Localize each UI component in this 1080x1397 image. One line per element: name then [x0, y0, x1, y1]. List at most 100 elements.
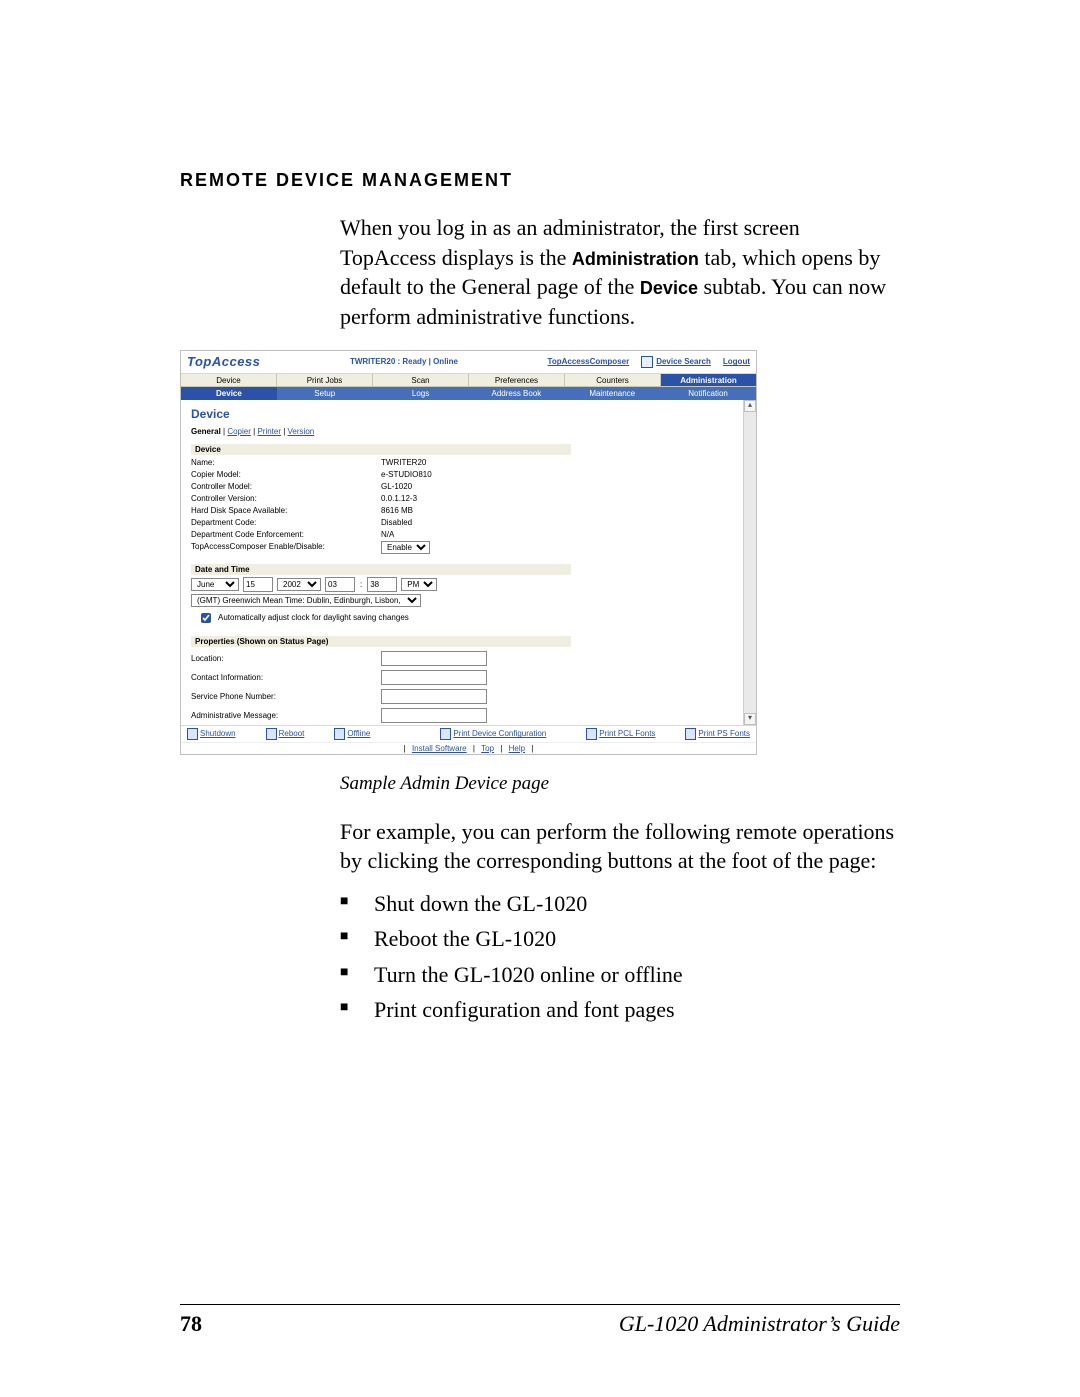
row-controller-model: Controller Model:GL-1020 [191, 481, 746, 493]
nav-copier[interactable]: Copier [227, 427, 251, 436]
row-tac-enable: TopAccessComposer Enable/Disable: Enable [191, 541, 746, 554]
link-top[interactable]: Top [477, 744, 498, 753]
link-install-software[interactable]: Install Software [408, 744, 471, 753]
hour-input[interactable] [325, 577, 355, 592]
footer-actions: Shutdown Reboot Offline Print Device Con… [181, 725, 756, 742]
hdd-value: 8616 MB [381, 505, 413, 517]
scroll-up-icon[interactable]: ▴ [744, 400, 756, 412]
ver-value: 0.0.1.12-3 [381, 493, 417, 505]
row-dept-enforce: Department Code Enforcement:N/A [191, 529, 746, 541]
minute-input[interactable] [367, 577, 397, 592]
body-nav: General | Copier | Printer | Version [191, 427, 746, 436]
ampm-select[interactable]: PM [401, 578, 437, 591]
ctrl-label: Controller Model: [191, 481, 381, 493]
section-datetime: Date and Time [191, 564, 571, 575]
list-item: Print configuration and font pages [340, 992, 900, 1027]
link-logout[interactable]: Logout [723, 357, 750, 366]
offline-button[interactable]: Offline [334, 728, 370, 740]
tab-preferences[interactable]: Preferences [469, 374, 565, 386]
daylight-row: Automatically adjust clock for daylight … [197, 610, 746, 626]
tab-device[interactable]: Device [181, 374, 277, 386]
time-colon: : [359, 580, 363, 589]
nav-general[interactable]: General [191, 427, 221, 436]
list-item: Reboot the GL-1020 [340, 921, 900, 956]
daylight-checkbox[interactable] [201, 613, 211, 623]
row-contact: Contact Information: [191, 670, 746, 685]
location-input[interactable] [381, 651, 487, 666]
ver-label: Controller Version: [191, 493, 381, 505]
subtab-setup[interactable]: Setup [277, 387, 373, 400]
subtab-address-book[interactable]: Address Book [468, 387, 564, 400]
admin-msg-input[interactable] [381, 708, 487, 723]
tab-administration[interactable]: Administration [661, 374, 756, 386]
phone-input[interactable] [381, 689, 487, 704]
list-item: Shut down the GL-1020 [340, 886, 900, 921]
copier-value: e-STUDIO810 [381, 469, 432, 481]
link-composer[interactable]: TopAccessComposer [548, 357, 630, 366]
row-hdd: Hard Disk Space Available:8616 MB [191, 505, 746, 517]
tz-select[interactable]: (GMT) Greenwich Mean Time: Dublin, Edinb… [191, 594, 421, 607]
year-select[interactable]: 2002 [277, 578, 321, 591]
ctrl-value: GL-1020 [381, 481, 412, 493]
document-page: REMOTE DEVICE MANAGEMENT When you log in… [0, 0, 1080, 1397]
link-device-search[interactable]: Device Search [656, 357, 711, 366]
name-value: TWRITER20 [381, 457, 426, 469]
subtab-maintenance[interactable]: Maintenance [564, 387, 660, 400]
page-number: 78 [180, 1311, 202, 1337]
dept-value: Disabled [381, 517, 412, 529]
body: ▴ ▾ Device General | Copier | Printer | … [181, 400, 756, 725]
subtab-notification[interactable]: Notification [660, 387, 756, 400]
scroll-down-icon[interactable]: ▾ [744, 713, 756, 725]
row-phone: Service Phone Number: [191, 689, 746, 704]
footer-nav: | Install Software | Top | Help | [181, 742, 756, 754]
tab-print-jobs[interactable]: Print Jobs [277, 374, 373, 386]
contact-label: Contact Information: [191, 673, 381, 682]
subtab-logs[interactable]: Logs [373, 387, 469, 400]
copier-label: Copier Model: [191, 469, 381, 481]
row-location: Location: [191, 651, 746, 666]
nav-version[interactable]: Version [288, 427, 315, 436]
reboot-button[interactable]: Reboot [266, 728, 305, 740]
print-pcl-icon [586, 728, 597, 740]
intro-bold-device: Device [640, 278, 698, 298]
day-input[interactable] [243, 577, 273, 592]
scrollbar[interactable]: ▴ ▾ [743, 400, 756, 725]
print-pcl-button[interactable]: Print PCL Fonts [586, 728, 655, 740]
print-config-icon [440, 728, 451, 740]
section-heading: REMOTE DEVICE MANAGEMENT [180, 170, 900, 191]
tab-counters[interactable]: Counters [565, 374, 661, 386]
row-name: Name:TWRITER20 [191, 457, 746, 469]
app-header: TopAccess TWRITER20 : Ready | Online Top… [181, 351, 756, 374]
subtab-device[interactable]: Device [181, 387, 277, 400]
subtabs-row: Device Setup Logs Address Book Maintenan… [181, 387, 756, 400]
shutdown-button[interactable]: Shutdown [187, 728, 236, 740]
tac-label: TopAccessComposer Enable/Disable: [191, 541, 381, 554]
screenshot: TopAccess TWRITER20 : Ready | Online Top… [180, 350, 757, 755]
header-links: TopAccessComposer Device Search Logout [548, 356, 750, 368]
admin-msg-label: Administrative Message: [191, 711, 381, 720]
logo: TopAccess [187, 354, 260, 369]
contact-input[interactable] [381, 670, 487, 685]
section-device: Device [191, 444, 571, 455]
tabs-row: Device Print Jobs Scan Preferences Count… [181, 374, 756, 387]
figure-caption: Sample Admin Device page [340, 773, 900, 795]
link-help[interactable]: Help [505, 744, 529, 753]
intro-bold-admin: Administration [572, 249, 699, 269]
print-config-button[interactable]: Print Device Configuration [440, 728, 546, 740]
month-select[interactable]: June [191, 578, 239, 591]
print-ps-button[interactable]: Print PS Fonts [685, 728, 750, 740]
row-copier-model: Copier Model:e-STUDIO810 [191, 469, 746, 481]
page-title: GL-1020 Administrator’s Guide [202, 1311, 900, 1337]
tab-scan[interactable]: Scan [373, 374, 469, 386]
tac-select[interactable]: Enable [381, 541, 430, 554]
row-controller-version: Controller Version:0.0.1.12-3 [191, 493, 746, 505]
shutdown-icon [187, 728, 198, 740]
row-dept-code: Department Code:Disabled [191, 517, 746, 529]
section-properties: Properties (Shown on Status Page) [191, 636, 571, 647]
list-item: Turn the GL-1020 online or offline [340, 957, 900, 992]
bullet-list: Shut down the GL-1020 Reboot the GL-1020… [340, 886, 900, 1027]
location-label: Location: [191, 654, 381, 663]
nav-printer[interactable]: Printer [257, 427, 281, 436]
reboot-icon [266, 728, 277, 740]
daylight-label: Automatically adjust clock for daylight … [218, 613, 409, 622]
